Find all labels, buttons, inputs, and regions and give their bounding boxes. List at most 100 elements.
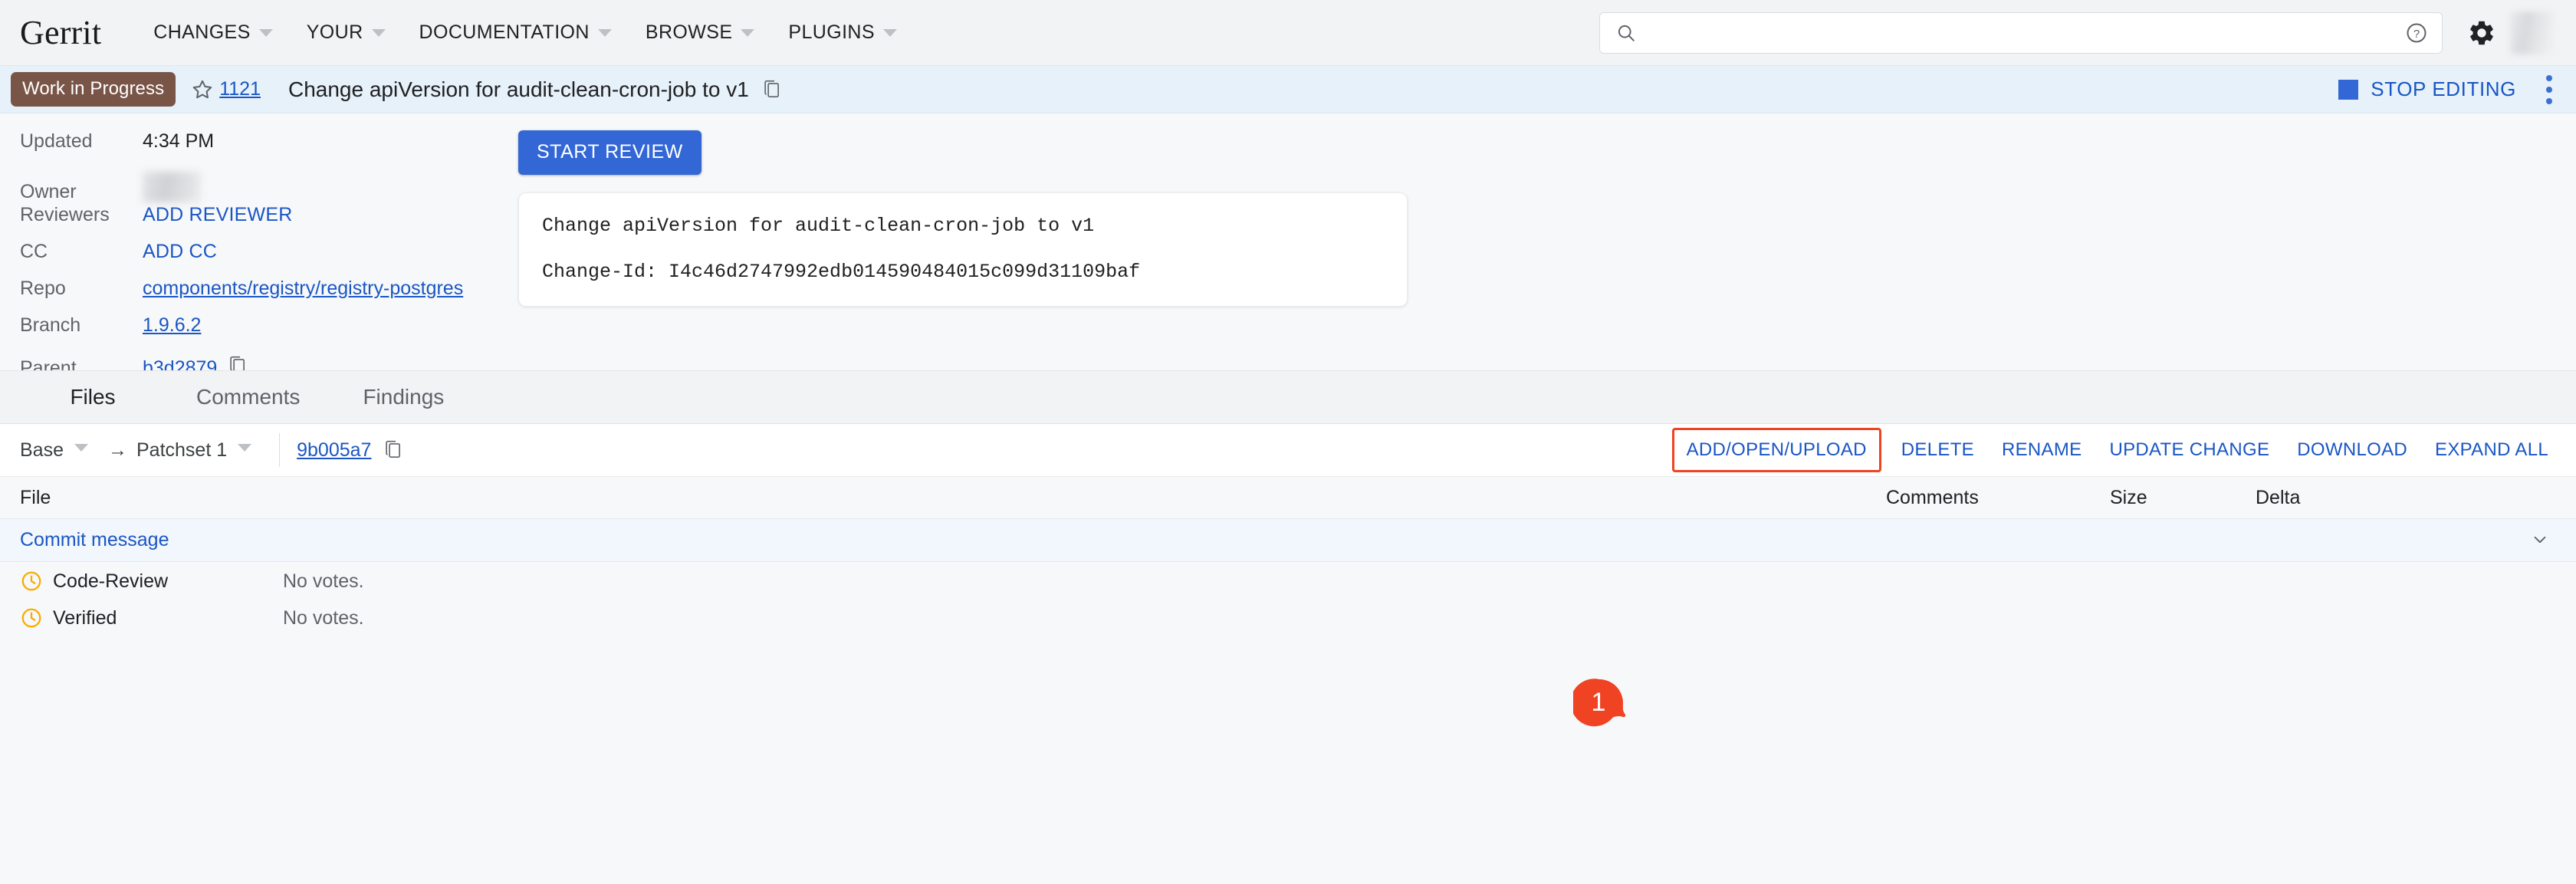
stop-editing-button[interactable]: STOP EDITING	[2338, 77, 2516, 101]
status-value: No votes.	[283, 606, 364, 629]
column-header-file: File	[20, 486, 51, 508]
nav-item-changes[interactable]: CHANGES	[136, 14, 289, 51]
rename-button[interactable]: RENAME	[1988, 430, 2095, 470]
delete-button[interactable]: DELETE	[1888, 430, 1988, 470]
clock-icon	[21, 571, 41, 591]
chevron-down-icon	[882, 28, 897, 37]
svg-text:?: ?	[2413, 27, 2420, 40]
meta-value-owner-redacted	[143, 172, 201, 202]
change-info-section: Updated 4:34 PM Owner Reviewers ADD REVI…	[0, 113, 2576, 629]
meta-label: Branch	[20, 314, 81, 336]
meta-value-updated: 4:34 PM	[143, 130, 215, 152]
status-row-verified: Verified No votes.	[20, 600, 506, 636]
meta-label: Reviewers	[20, 204, 110, 225]
search-input[interactable]	[1637, 21, 2405, 44]
chevron-down-icon	[258, 28, 273, 37]
arrow-icon: →	[107, 439, 127, 461]
patchset-actions-row: Base → Patchset 1 9b005a7 ADD/OPEN/UPLOA…	[0, 424, 2576, 476]
status-value: No votes.	[283, 570, 364, 592]
status-badge: Work in Progress	[11, 72, 176, 107]
chevron-down-icon	[597, 28, 612, 37]
help-icon[interactable]: ?	[2405, 21, 2428, 44]
file-link-commit-message[interactable]: Commit message	[20, 529, 169, 551]
stop-editing-label: STOP EDITING	[2371, 77, 2516, 100]
file-action-buttons: ADD/OPEN/UPLOAD DELETE RENAME UPDATE CHA…	[1671, 428, 2576, 472]
avatar[interactable]	[2510, 11, 2553, 54]
commit-spacer	[542, 239, 1384, 259]
patchset-sha-link[interactable]: 9b005a7	[297, 439, 371, 462]
chevron-down-icon	[371, 28, 386, 37]
nav-item-your[interactable]: YOUR	[290, 14, 402, 51]
divider	[279, 433, 281, 467]
start-review-button[interactable]: START REVIEW	[518, 130, 702, 175]
meta-label: Repo	[20, 278, 66, 299]
commit-change-id: Change-Id: I4c46d2747992edb014590484015c…	[542, 260, 1141, 283]
chevron-down-icon[interactable]	[2530, 531, 2550, 548]
download-button[interactable]: DOWNLOAD	[2283, 430, 2421, 470]
stop-square-icon	[2338, 79, 2359, 100]
chevron-down-icon[interactable]	[74, 444, 88, 452]
tab-findings[interactable]: Findings	[330, 385, 476, 409]
tab-comments[interactable]: Comments	[166, 385, 330, 409]
page-title: Change apiVersion for audit-clean-cron-j…	[288, 77, 749, 101]
column-header-delta: Delta	[2256, 486, 2301, 508]
status-label: Code-Review	[53, 570, 169, 592]
base-selector-label[interactable]: Base	[20, 439, 64, 462]
search-box[interactable]: ?	[1599, 12, 2443, 54]
more-options-icon[interactable]	[2545, 74, 2553, 104]
update-change-button[interactable]: UPDATE CHANGE	[2095, 430, 2283, 470]
nav-label: CHANGES	[153, 21, 251, 43]
nav-label: PLUGINS	[788, 21, 875, 43]
nav-item-browse[interactable]: BROWSE	[629, 14, 772, 51]
change-number-link[interactable]: 1121	[219, 78, 261, 100]
meta-row-cc: CC ADD CC	[20, 241, 506, 278]
nav-label: DOCUMENTATION	[419, 21, 590, 43]
tab-files[interactable]: Files	[20, 385, 166, 409]
commit-message-box[interactable]: Change apiVersion for audit-clean-cron-j…	[518, 192, 1408, 307]
add-reviewer-button[interactable]: ADD REVIEWER	[143, 204, 292, 226]
meta-row-branch: Branch 1.9.6.2	[20, 314, 506, 351]
gear-icon[interactable]	[2467, 18, 2496, 48]
branch-link[interactable]: 1.9.6.2	[143, 314, 201, 337]
repo-link[interactable]: components/registry/registry-postgres	[143, 278, 463, 300]
dot	[2546, 86, 2552, 93]
commit-subject: Change apiVersion for audit-clean-cron-j…	[542, 215, 1095, 237]
gerrit-logo[interactable]: Gerrit	[20, 13, 101, 52]
meta-label: Updated	[20, 130, 93, 152]
gerrit-change-page: Gerrit CHANGES YOUR DOCUMENTATION BROWSE…	[0, 0, 2576, 884]
meta-row-owner: Owner	[20, 167, 506, 204]
review-pane: START REVIEW Change apiVersion for audit…	[506, 130, 1408, 370]
change-metadata: Updated 4:34 PM Owner Reviewers ADD REVI…	[0, 130, 506, 629]
nav-label: BROWSE	[645, 21, 733, 43]
nav-item-documentation[interactable]: DOCUMENTATION	[402, 14, 629, 51]
patchset-selector-label[interactable]: Patchset 1	[136, 439, 227, 462]
meta-label: Owner	[20, 181, 77, 202]
status-label: Verified	[53, 606, 117, 629]
add-open-upload-button[interactable]: ADD/OPEN/UPLOAD	[1671, 428, 1881, 472]
search-icon	[1618, 25, 1635, 41]
dot	[2546, 74, 2552, 81]
star-icon[interactable]	[190, 77, 215, 102]
nav-item-plugins[interactable]: PLUGINS	[771, 14, 914, 51]
main-nav: CHANGES YOUR DOCUMENTATION BROWSE PLUGIN…	[136, 14, 914, 51]
copy-icon[interactable]	[383, 439, 403, 462]
clock-icon	[21, 608, 41, 628]
change-title-bar: Work in Progress 1121 Change apiVersion …	[0, 66, 2576, 113]
status-row-code-review: Code-Review No votes.	[20, 563, 506, 600]
meta-label: CC	[20, 241, 48, 262]
table-row[interactable]: Commit message	[0, 519, 2576, 562]
nav-label: YOUR	[306, 21, 363, 43]
add-cc-button[interactable]: ADD CC	[143, 241, 217, 263]
app-header: Gerrit CHANGES YOUR DOCUMENTATION BROWSE…	[0, 0, 2576, 66]
annotation-marker-1: 1	[1573, 678, 1628, 733]
annotation-number: 1	[1591, 687, 1606, 717]
chevron-down-icon[interactable]	[238, 444, 252, 452]
meta-row-repo: Repo components/registry/registry-postgr…	[20, 278, 506, 314]
expand-all-button[interactable]: EXPAND ALL	[2421, 430, 2562, 470]
chevron-down-icon	[741, 28, 755, 37]
file-table-header: File Comments Size Delta	[0, 476, 2576, 519]
meta-row-reviewers: Reviewers ADD REVIEWER	[20, 204, 506, 241]
copy-icon[interactable]	[762, 78, 782, 101]
change-tabs: Files Comments Findings	[0, 370, 2576, 424]
dot	[2546, 97, 2552, 104]
